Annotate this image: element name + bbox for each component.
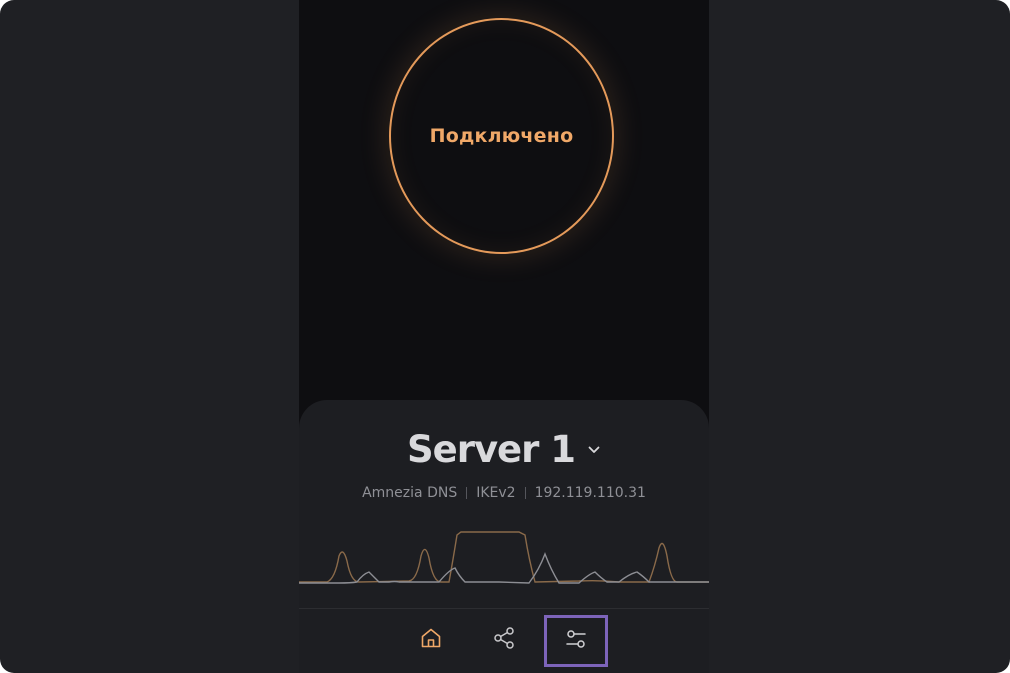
divider — [466, 487, 468, 499]
nav-home-button[interactable] — [408, 617, 454, 663]
traffic-line-upload — [299, 552, 709, 584]
window-frame: Подключено Server 1 Amnezia DNS IKEv2 19… — [0, 0, 1010, 673]
server-protocol: IKEv2 — [476, 485, 516, 501]
server-dns: Amnezia DNS — [362, 485, 458, 501]
nav-settings-button[interactable] — [544, 615, 608, 667]
server-details: Amnezia DNS IKEv2 192.119.110.31 — [299, 485, 709, 501]
bottom-navigation — [299, 608, 709, 673]
connection-status-label: Подключено — [429, 125, 574, 147]
chevron-down-icon — [587, 443, 601, 457]
traffic-graph — [299, 531, 709, 584]
server-panel: Server 1 Amnezia DNS IKEv2 192.119.110.3… — [299, 400, 709, 673]
connect-button[interactable]: Подключено — [389, 18, 614, 254]
share-icon — [492, 626, 516, 654]
divider — [524, 487, 526, 499]
app-screen: Подключено Server 1 Amnezia DNS IKEv2 19… — [299, 0, 709, 673]
home-icon — [419, 626, 443, 654]
server-name: Server 1 — [406, 428, 576, 471]
server-selector[interactable]: Server 1 — [299, 428, 709, 471]
nav-share-button[interactable] — [481, 617, 527, 663]
highlight-box — [544, 615, 608, 667]
server-ip: 192.119.110.31 — [534, 485, 646, 501]
traffic-line-download — [299, 531, 709, 583]
